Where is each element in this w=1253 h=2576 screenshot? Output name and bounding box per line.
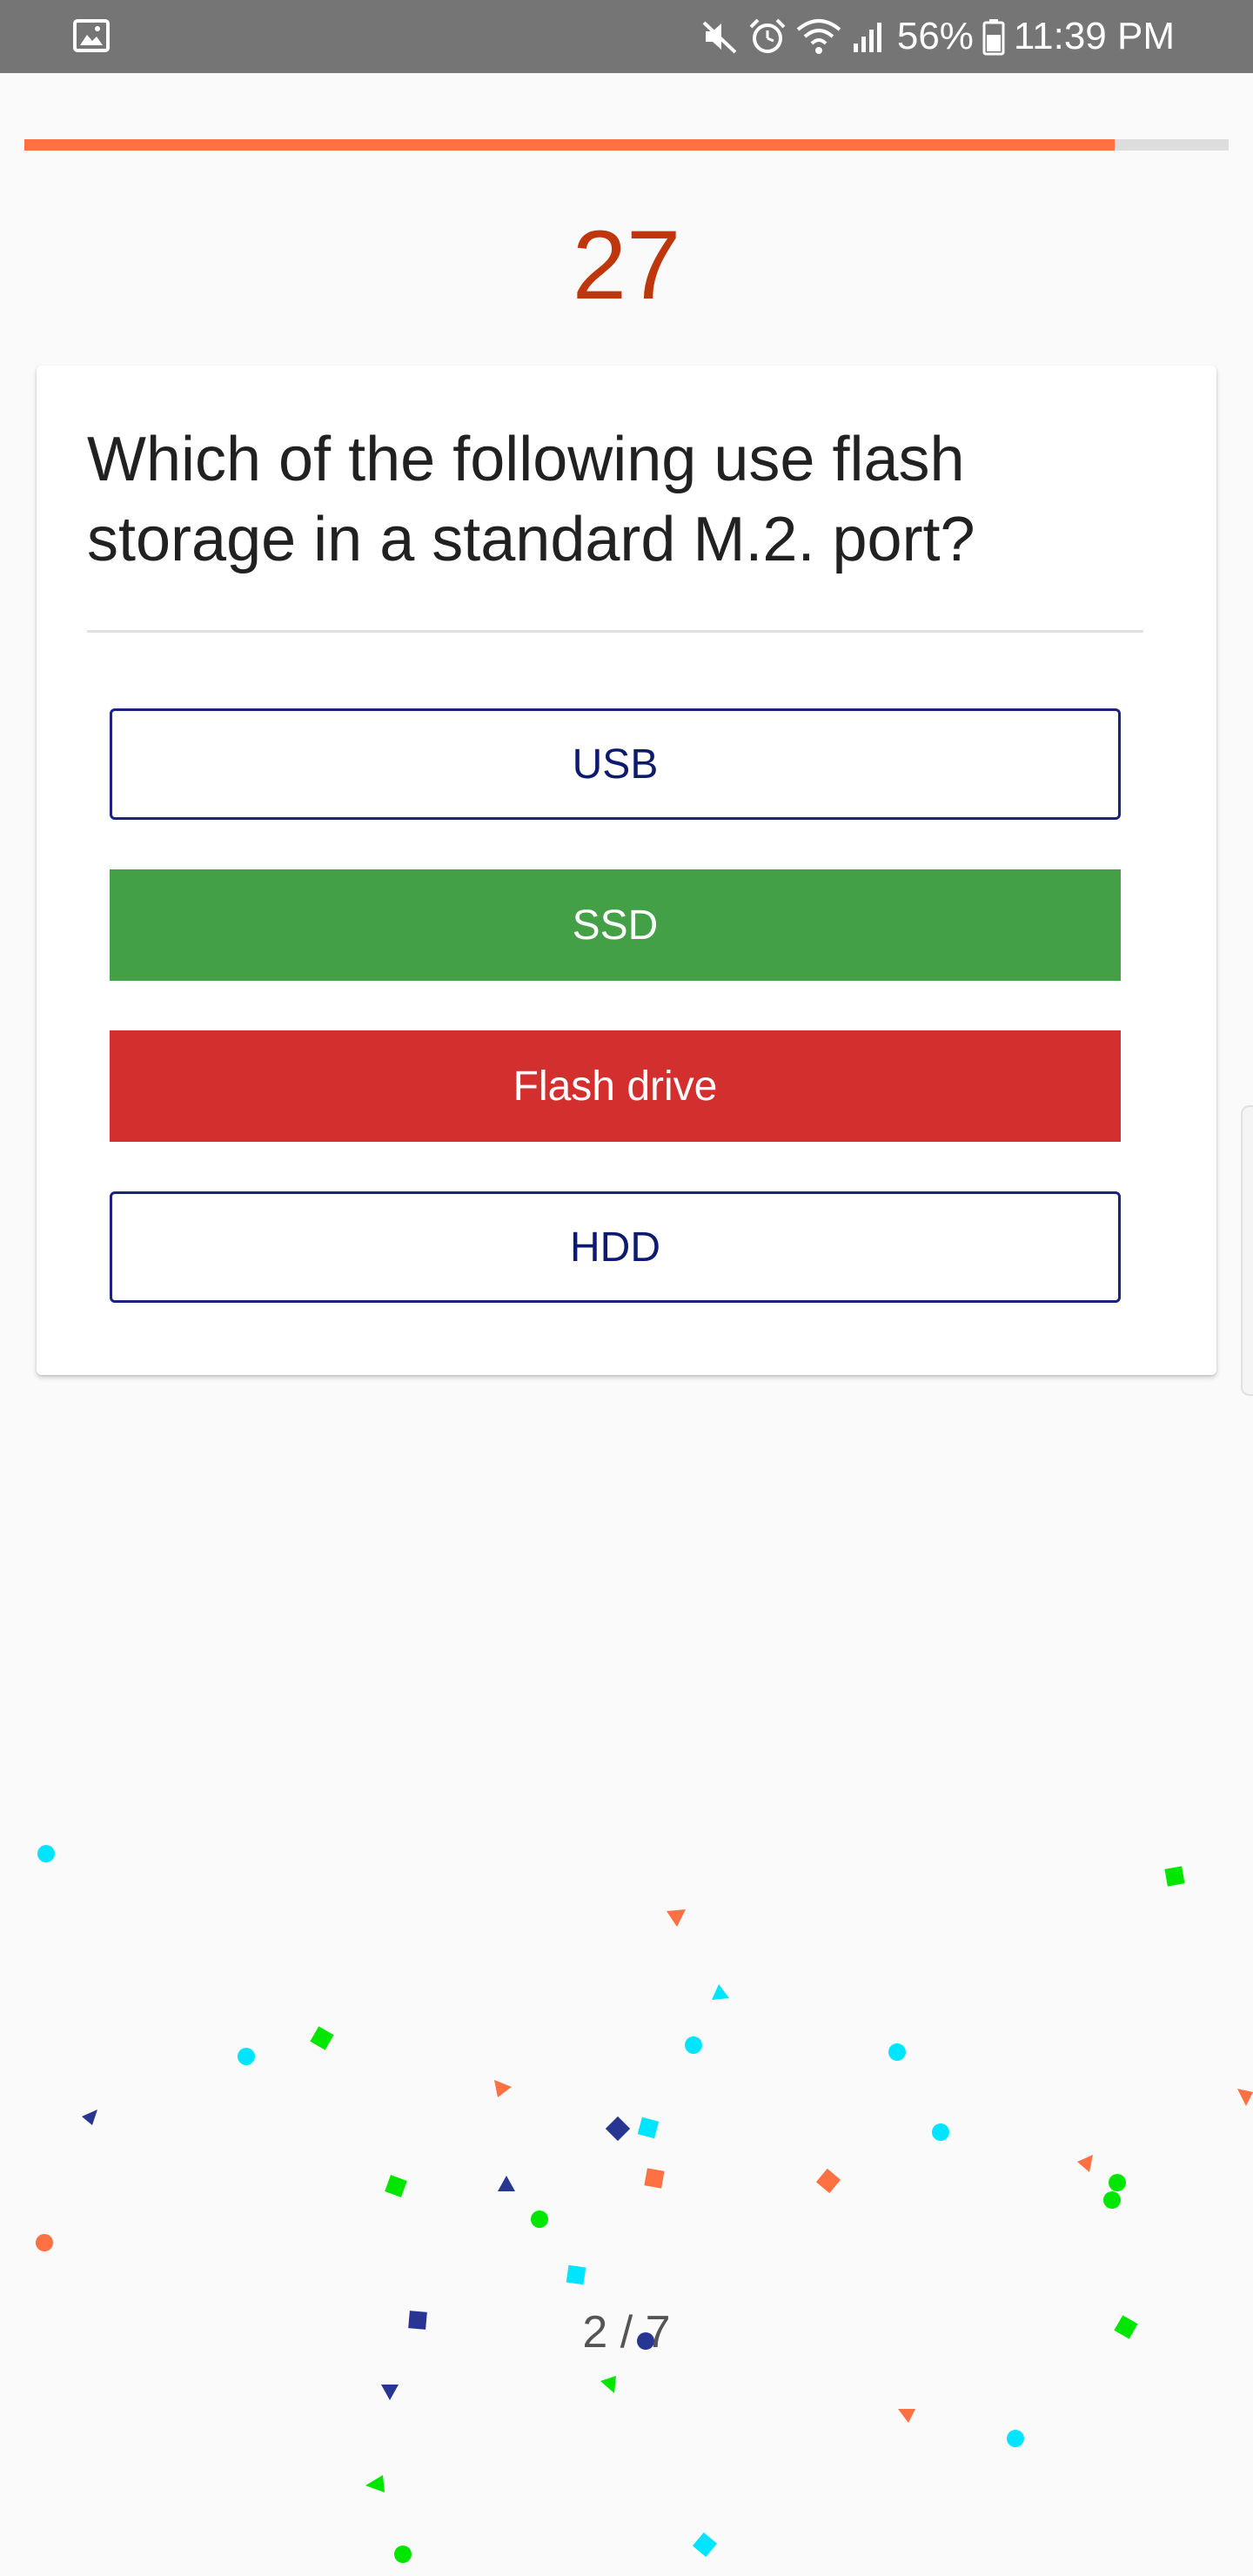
confetti-piece [685,2036,702,2054]
confetti-piece [498,2176,515,2191]
confetti-piece [605,2116,631,2142]
confetti-piece [36,2234,53,2251]
confetti-piece [888,2043,906,2061]
quiz-progress-bar [24,139,1229,151]
confetti-animation [36,1845,1253,2563]
answer-label: Flash drive [513,1063,718,1110]
confetti-piece [365,2475,385,2492]
confetti-piece [381,2385,399,2400]
confetti-piece [815,2168,841,2194]
confetti-piece [1077,2155,1093,2172]
answer-button-usb[interactable]: USB [110,708,1121,820]
battery-icon [982,19,1005,56]
answer-label: HDD [570,1224,660,1271]
confetti-piece [494,2080,512,2097]
confetti-piece [1103,2191,1121,2209]
answer-button-ssd[interactable]: SSD [110,869,1121,981]
alarm-icon [749,18,786,53]
gallery-icon [73,19,110,52]
confetti-piece [932,2123,949,2141]
battery-percent: 56% [896,15,974,57]
question-text: Which of the following use flash storage… [87,425,975,574]
mute-icon [702,21,737,54]
confetti-piece [1109,2174,1126,2191]
confetti-piece [82,2110,97,2125]
confetti-piece [712,1984,729,2000]
confetti-piece [637,2116,660,2139]
confetti-piece [310,2026,334,2050]
question-page-indicator: 2 / 7 [582,2307,671,2358]
confetti-piece [238,2048,255,2065]
confetti-piece [600,2376,616,2393]
signal-icon [853,23,881,52]
side-drawer-handle[interactable] [1241,1105,1253,1396]
status-bar: 56% 11:39 PM [0,0,1253,73]
answer-button-hdd[interactable]: HDD [110,1191,1121,1303]
confetti-piece [667,1909,686,1927]
confetti-piece [566,2264,586,2285]
confetti-piece [1164,1866,1185,1887]
confetti-piece [1007,2430,1024,2447]
answer-label: USB [572,741,659,788]
answer-button-flash-drive[interactable]: Flash drive [110,1030,1121,1142]
status-time: 11:39 PM [1013,15,1175,57]
question-card: Which of the following use flash storage… [37,366,1216,1375]
confetti-piece [394,2546,412,2563]
confetti-piece [692,2532,718,2558]
confetti-piece [898,2409,915,2423]
answer-label: SSD [572,902,659,949]
confetti-piece [531,2210,548,2228]
confetti-piece [644,2168,665,2189]
question-divider [87,630,1143,633]
quiz-screen: 56% 11:39 PM 27 Which of the following u… [0,0,1253,2576]
confetti-piece [37,1845,55,1862]
confetti-piece [1237,2089,1253,2106]
wifi-icon [796,19,841,54]
confetti-piece [385,2175,407,2197]
quiz-progress-fill [24,139,1115,151]
score-counter: 27 [572,211,681,319]
